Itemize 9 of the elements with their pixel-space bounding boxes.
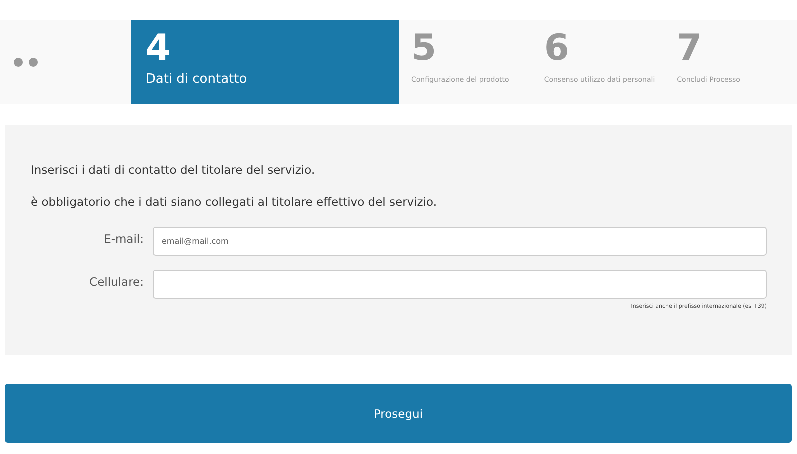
field-label: Cellulare: — [88, 274, 145, 291]
input-field[interactable] — [153, 270, 767, 299]
intro-text: Inserisci i dati di contatto del titolare del servizio. — [31, 163, 316, 177]
input-field[interactable]: email@mail.com — [153, 227, 767, 256]
note-text: è obbligatorio che i dati siano collegati al titolare effettivo del servizio. — [31, 195, 438, 209]
step-tab[interactable]: 4 Dati di contatto — [130, 20, 398, 104]
continue-button[interactable]: Prosegui — [5, 384, 792, 443]
more-dots-icon — [14, 58, 38, 66]
field-label: E-mail: — [103, 231, 145, 248]
